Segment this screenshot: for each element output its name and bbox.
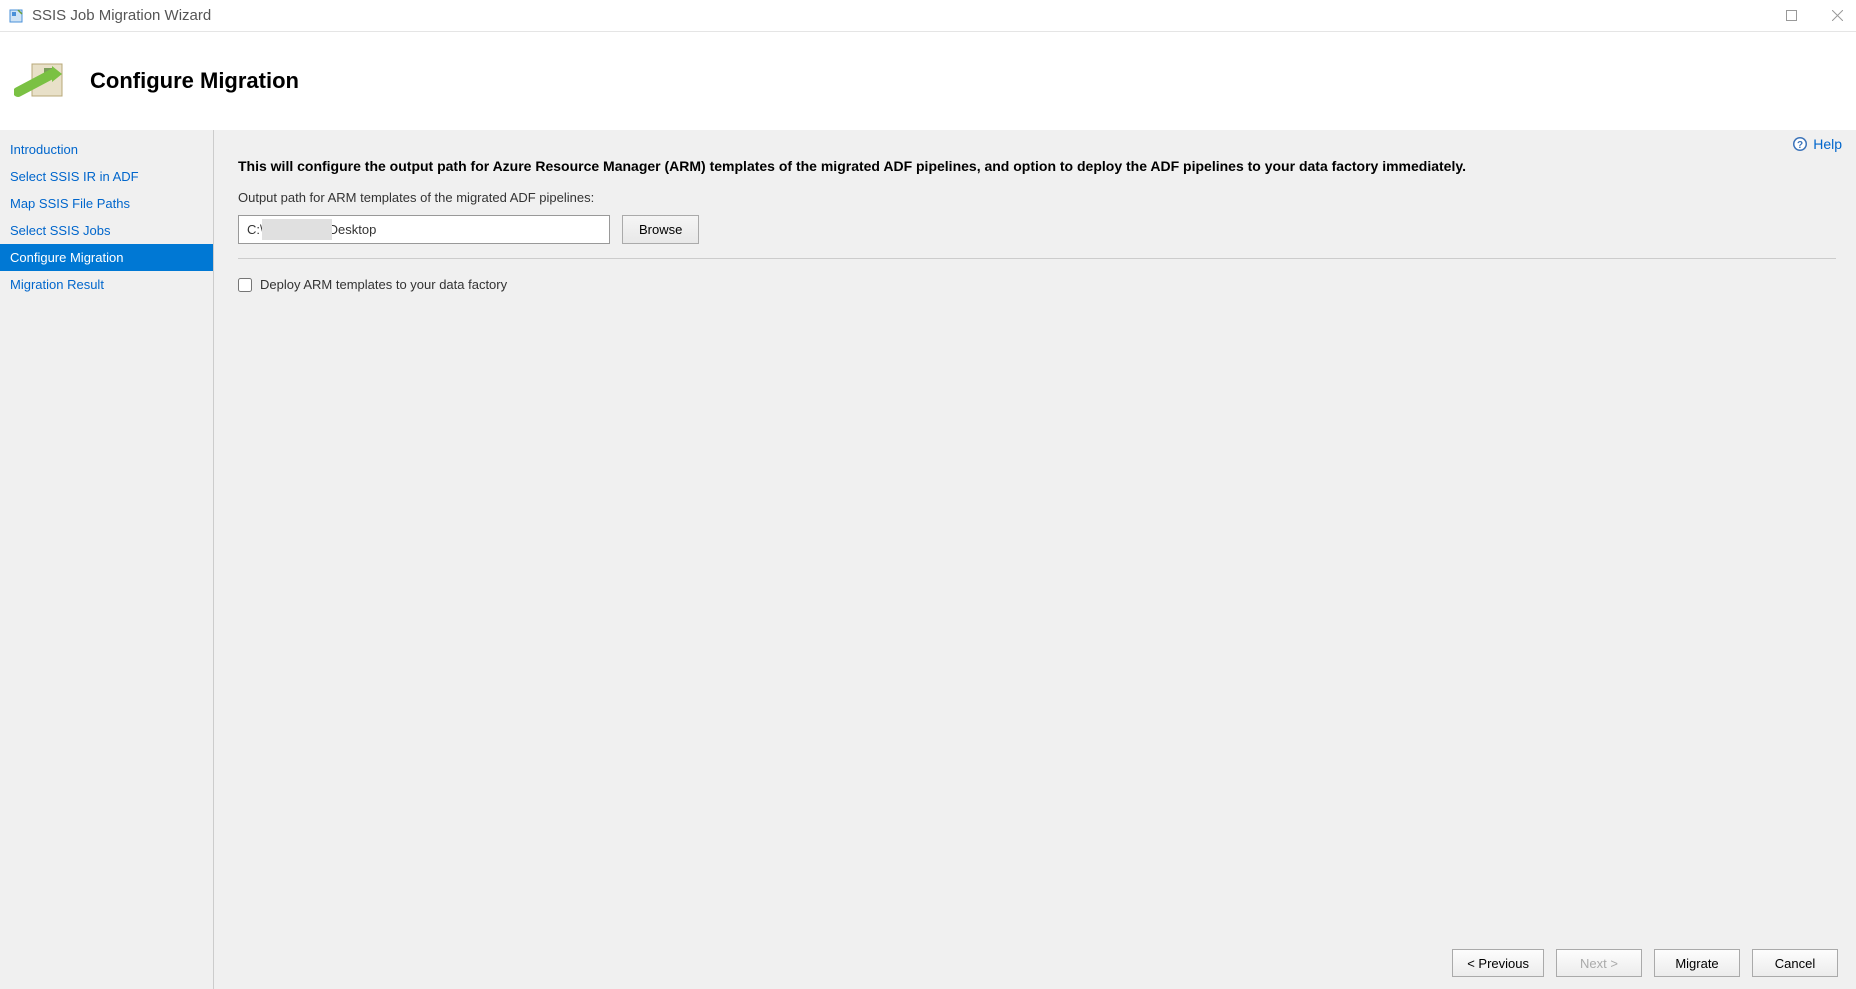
deploy-arm-checkbox[interactable]	[238, 278, 252, 292]
help-icon: ?	[1792, 136, 1808, 152]
sidebar-item-migration-result[interactable]: Migration Result	[0, 271, 213, 298]
sidebar-item-map-file-paths[interactable]: Map SSIS File Paths	[0, 190, 213, 217]
close-icon[interactable]	[1826, 5, 1848, 27]
sidebar: Introduction Select SSIS IR in ADF Map S…	[0, 130, 214, 989]
wizard-body: Introduction Select SSIS IR in ADF Map S…	[0, 130, 1856, 989]
page-title: Configure Migration	[90, 68, 299, 94]
wizard-footer: < Previous Next > Migrate Cancel	[214, 937, 1856, 989]
browse-button[interactable]: Browse	[622, 215, 699, 244]
sidebar-item-select-ssis-ir[interactable]: Select SSIS IR in ADF	[0, 163, 213, 190]
titlebar-title: SSIS Job Migration Wizard	[32, 7, 211, 24]
sidebar-item-introduction[interactable]: Introduction	[0, 136, 213, 163]
sidebar-item-configure-migration[interactable]: Configure Migration	[0, 244, 213, 271]
help-link[interactable]: ? Help	[1792, 136, 1842, 152]
wizard-header: Configure Migration	[0, 32, 1856, 130]
cancel-button[interactable]: Cancel	[1752, 949, 1838, 977]
app-icon	[8, 8, 24, 24]
maximize-icon[interactable]	[1780, 5, 1802, 27]
titlebar: SSIS Job Migration Wizard	[0, 0, 1856, 32]
divider	[238, 258, 1836, 259]
svg-text:?: ?	[1797, 140, 1803, 151]
output-path-label: Output path for ARM templates of the mig…	[238, 190, 1836, 205]
migrate-button[interactable]: Migrate	[1654, 949, 1740, 977]
deploy-arm-label: Deploy ARM templates to your data factor…	[260, 277, 507, 292]
output-path-input[interactable]	[238, 215, 610, 244]
sidebar-item-select-ssis-jobs[interactable]: Select SSIS Jobs	[0, 217, 213, 244]
instruction-text: This will configure the output path for …	[238, 158, 1836, 174]
previous-button[interactable]: < Previous	[1452, 949, 1544, 977]
next-button: Next >	[1556, 949, 1642, 977]
help-label: Help	[1813, 136, 1842, 152]
wizard-header-icon	[14, 52, 72, 110]
content-area: ? Help This will configure the output pa…	[214, 130, 1856, 989]
